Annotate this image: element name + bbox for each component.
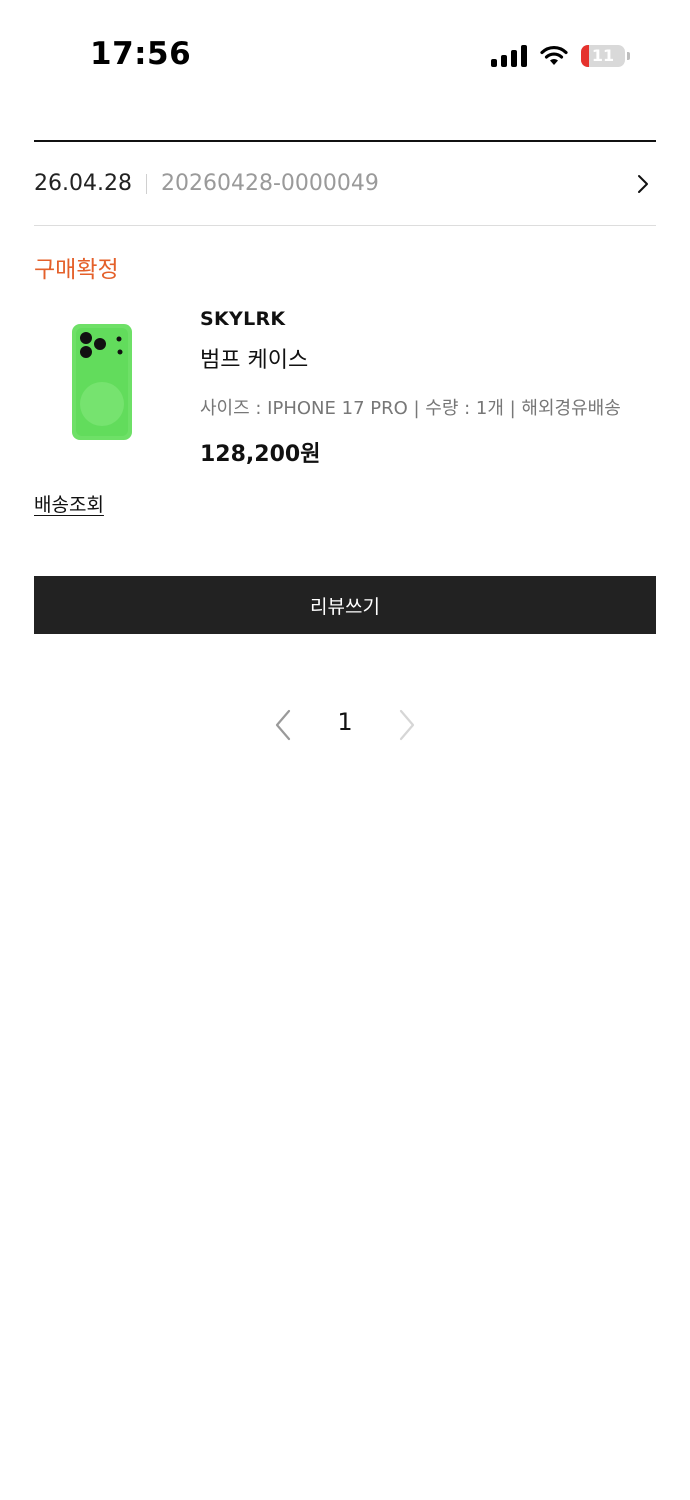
product-thumbnail[interactable] xyxy=(62,318,144,444)
pagination: 1 xyxy=(0,700,690,750)
product-options: 사이즈 : IPHONE 17 PRO | 수량 : 1개 | 해외경유배송 xyxy=(200,398,621,419)
chevron-right-icon[interactable] xyxy=(396,708,418,742)
order-history-page: 17:56 11 26.04.28 20260428-0000049 구매확정 … xyxy=(0,0,690,1500)
product-price: 128,200원 xyxy=(200,442,321,467)
battery-icon: 11 xyxy=(581,45,625,67)
chevron-right-icon[interactable] xyxy=(636,172,650,196)
battery-level-text: 11 xyxy=(591,46,615,65)
order-meta-divider xyxy=(145,173,147,194)
status-icons: 11 xyxy=(491,42,630,70)
product-brand[interactable]: SKYLRK xyxy=(200,308,660,330)
order-status-label: 구매확정 xyxy=(34,257,119,283)
battery-nub xyxy=(627,52,630,60)
product-name[interactable]: 범프 케이스 xyxy=(200,342,660,374)
order-header-row[interactable]: 26.04.28 20260428-0000049 xyxy=(34,142,656,226)
status-bar: 17:56 11 xyxy=(0,0,690,110)
order-date: 26.04.28 xyxy=(34,171,132,196)
track-shipment-link[interactable]: 배송조회 xyxy=(34,490,104,517)
write-review-button[interactable]: 리뷰쓰기 xyxy=(34,576,656,634)
order-number: 20260428-0000049 xyxy=(160,171,379,196)
status-time: 17:56 xyxy=(90,36,192,72)
chevron-left-icon[interactable] xyxy=(272,708,294,742)
wifi-icon xyxy=(540,45,568,65)
product-info: SKYLRK 범프 케이스 사이즈 : IPHONE 17 PRO | 수량 :… xyxy=(200,308,660,468)
current-page-number[interactable]: 1 xyxy=(332,708,358,736)
signal-icon xyxy=(491,45,527,67)
